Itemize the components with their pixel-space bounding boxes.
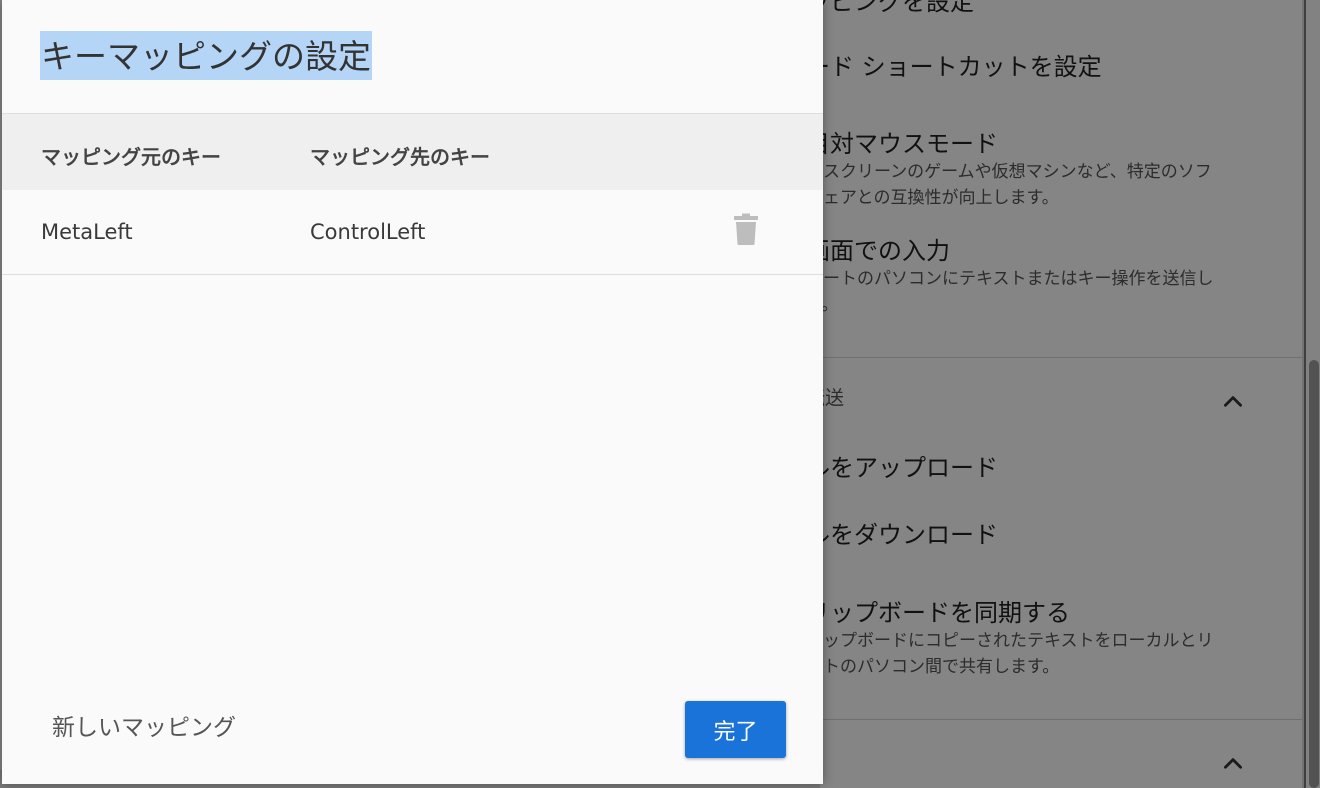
trash-icon — [734, 213, 758, 245]
column-header-target-key: マッピング先のキー — [310, 145, 490, 169]
target-key-cell: ControlLeft — [310, 220, 426, 244]
new-mapping-button[interactable]: 新しいマッピング — [52, 713, 236, 743]
mapping-table-header: マッピング元のキー マッピング先のキー — [2, 114, 823, 190]
done-button[interactable]: 完了 — [685, 701, 786, 758]
row-divider — [2, 274, 823, 275]
table-row: MetaLeft ControlLeft — [2, 190, 823, 274]
column-header-source-key: マッピング元のキー — [41, 145, 221, 169]
key-mapping-dialog: キーマッピングの設定 マッピング元のキー マッピング先のキー MetaLeft … — [2, 0, 823, 784]
dialog-title: キーマッピングの設定 — [40, 31, 372, 80]
source-key-cell: MetaLeft — [41, 220, 133, 244]
delete-mapping-button[interactable] — [730, 210, 762, 248]
